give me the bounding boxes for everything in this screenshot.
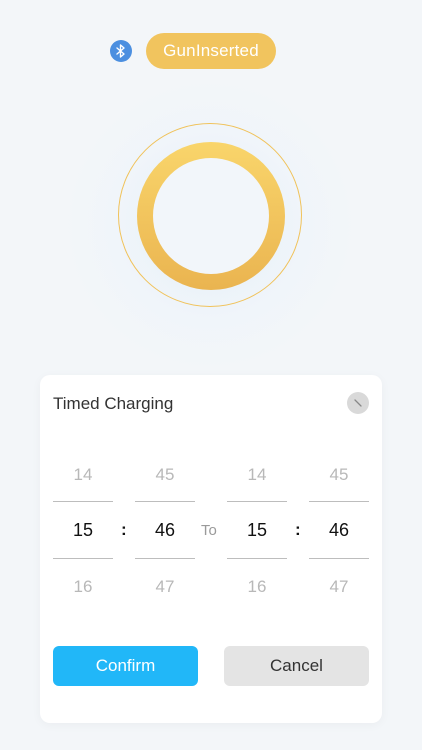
start-hour-prev[interactable]: 14 <box>53 465 113 485</box>
bluetooth-icon[interactable] <box>110 40 132 62</box>
end-minute-top-line <box>309 501 369 502</box>
end-hour-selected[interactable]: 15 <box>227 520 287 541</box>
end-hour-top-line <box>227 501 287 502</box>
start-minute-prev[interactable]: 45 <box>135 465 195 485</box>
end-minute-selected[interactable]: 46 <box>309 520 369 541</box>
start-minute-next[interactable]: 47 <box>135 577 195 597</box>
start-minute-top-line <box>135 501 195 502</box>
start-hour-next[interactable]: 16 <box>53 577 113 597</box>
close-button[interactable] <box>347 392 369 414</box>
dialog-title: Timed Charging <box>53 394 174 413</box>
confirm-button[interactable]: Confirm <box>53 646 198 686</box>
start-minute-bottom-line <box>135 558 195 559</box>
start-minute-picker[interactable]: 45 46 47 <box>135 453 195 603</box>
end-hour-bottom-line <box>227 558 287 559</box>
charging-ring <box>137 142 285 290</box>
end-hour-picker[interactable]: 14 15 16 <box>227 453 287 603</box>
end-minute-bottom-line <box>309 558 369 559</box>
status-badge: GunInserted <box>146 33 276 69</box>
end-time-separator: : <box>295 520 301 539</box>
close-icon <box>354 399 362 407</box>
start-hour-selected[interactable]: 15 <box>53 520 113 541</box>
end-hour-prev[interactable]: 14 <box>227 465 287 485</box>
start-hour-bottom-line <box>53 558 113 559</box>
start-minute-selected[interactable]: 46 <box>135 520 195 541</box>
bluetooth-glyph <box>116 44 125 58</box>
end-minute-prev[interactable]: 45 <box>309 465 369 485</box>
cancel-button[interactable]: Cancel <box>224 646 369 686</box>
end-minute-next[interactable]: 47 <box>309 577 369 597</box>
end-hour-next[interactable]: 16 <box>227 577 287 597</box>
timed-charging-dialog: Timed Charging 14 15 16 : 45 46 47 To 14… <box>40 375 382 723</box>
end-minute-picker[interactable]: 45 46 47 <box>309 453 369 603</box>
start-time-separator: : <box>121 520 127 539</box>
start-hour-picker[interactable]: 14 15 16 <box>53 453 113 603</box>
charging-ring-center <box>153 158 269 274</box>
to-label: To <box>201 522 217 539</box>
start-hour-top-line <box>53 501 113 502</box>
